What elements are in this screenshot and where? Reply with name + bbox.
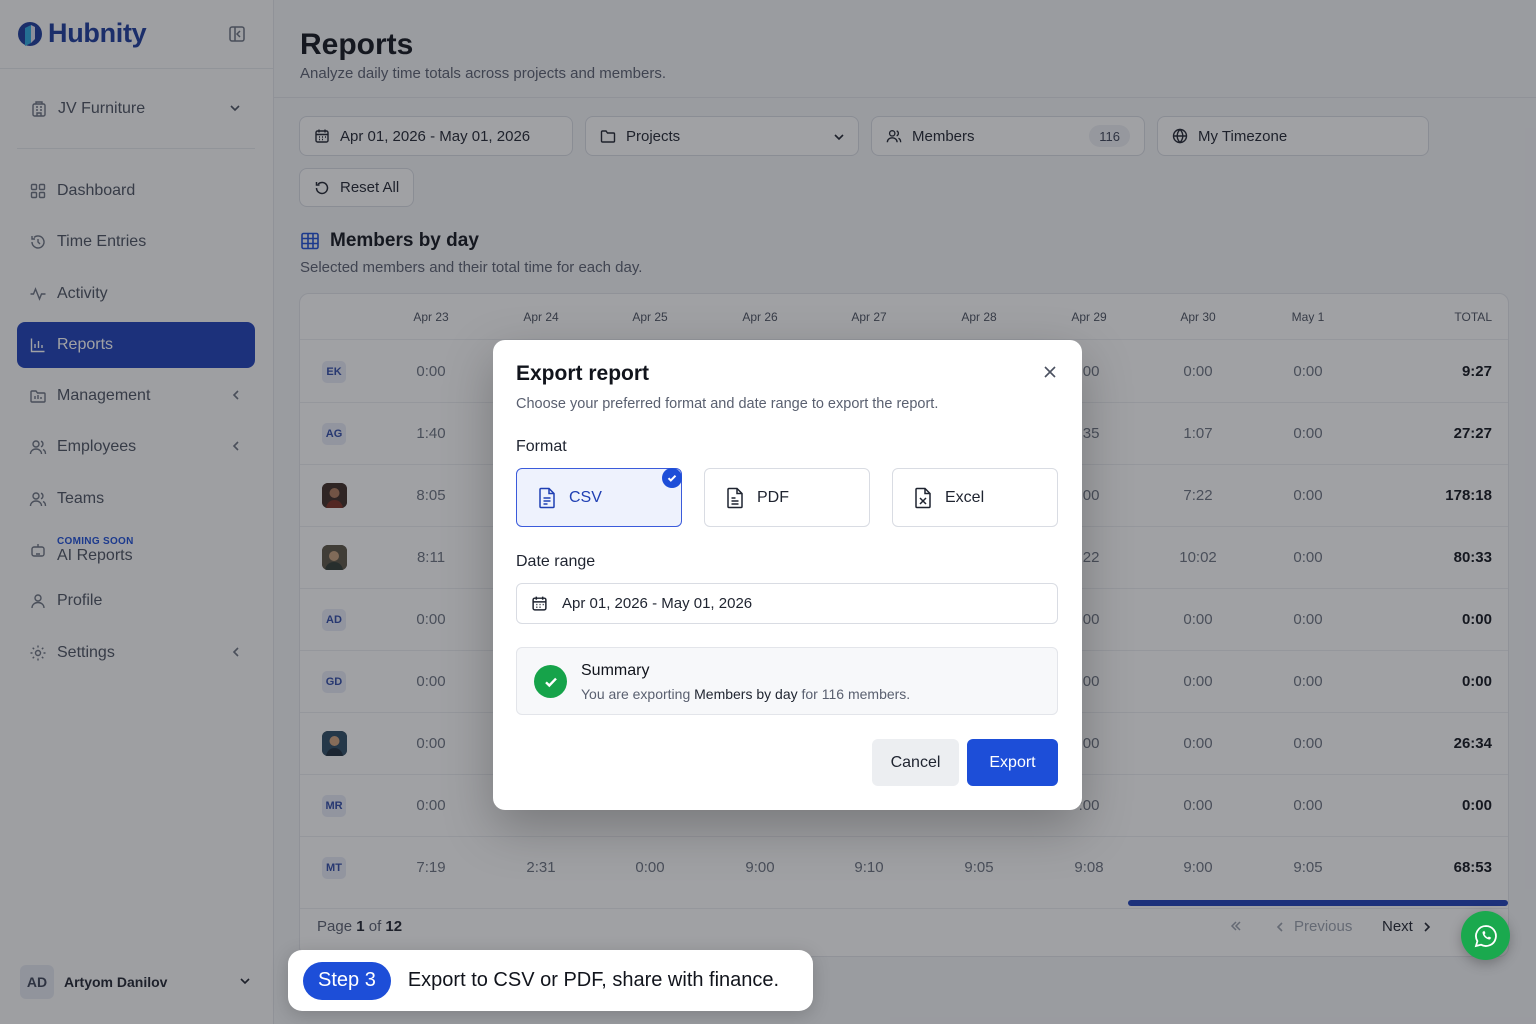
- file-pdf-icon: [725, 487, 745, 509]
- modal-description: Choose your preferred format and date ra…: [516, 396, 939, 412]
- step-callout: Step 3 Export to CSV or PDF, share with …: [288, 950, 813, 1011]
- step-badge: Step 3: [303, 961, 391, 1000]
- format-label: Format: [516, 438, 567, 455]
- file-csv-icon: [537, 487, 557, 509]
- check-circle-icon: [534, 665, 567, 698]
- summary-report-name: Members by day: [694, 686, 798, 702]
- summary-count: 116: [821, 686, 845, 702]
- file-excel-icon: [913, 487, 933, 509]
- format-option-label: PDF: [757, 488, 789, 506]
- summary-title: Summary: [581, 662, 650, 679]
- summary-suffix: members.: [847, 686, 911, 702]
- format-option-excel[interactable]: Excel: [892, 468, 1058, 527]
- export-button[interactable]: Export: [967, 739, 1058, 786]
- modal-title: Export report: [516, 362, 650, 385]
- calendar-icon: [531, 595, 548, 612]
- format-option-label: CSV: [569, 488, 602, 506]
- date-range-input[interactable]: Apr 01, 2026 - May 01, 2026: [516, 583, 1058, 624]
- summary-text: You are exporting Members by day for 116…: [581, 686, 910, 702]
- close-icon[interactable]: [1042, 364, 1058, 380]
- summary-middle: for: [801, 686, 818, 702]
- export-report-modal: Export report Choose your preferred form…: [493, 340, 1082, 810]
- whatsapp-icon: [1473, 923, 1499, 949]
- whatsapp-chat-button[interactable]: [1461, 911, 1510, 960]
- summary-prefix: You are exporting: [581, 686, 691, 702]
- format-option-csv[interactable]: CSV: [516, 468, 682, 527]
- date-range-label: Date range: [516, 553, 596, 570]
- date-range-input-value: Apr 01, 2026 - May 01, 2026: [562, 595, 753, 612]
- cancel-button[interactable]: Cancel: [872, 739, 959, 786]
- format-option-label: Excel: [945, 488, 985, 506]
- step-text: Export to CSV or PDF, share with finance…: [407, 969, 780, 991]
- format-option-pdf[interactable]: PDF: [704, 468, 870, 527]
- check-icon: [662, 468, 682, 488]
- export-summary: Summary You are exporting Members by day…: [516, 647, 1058, 715]
